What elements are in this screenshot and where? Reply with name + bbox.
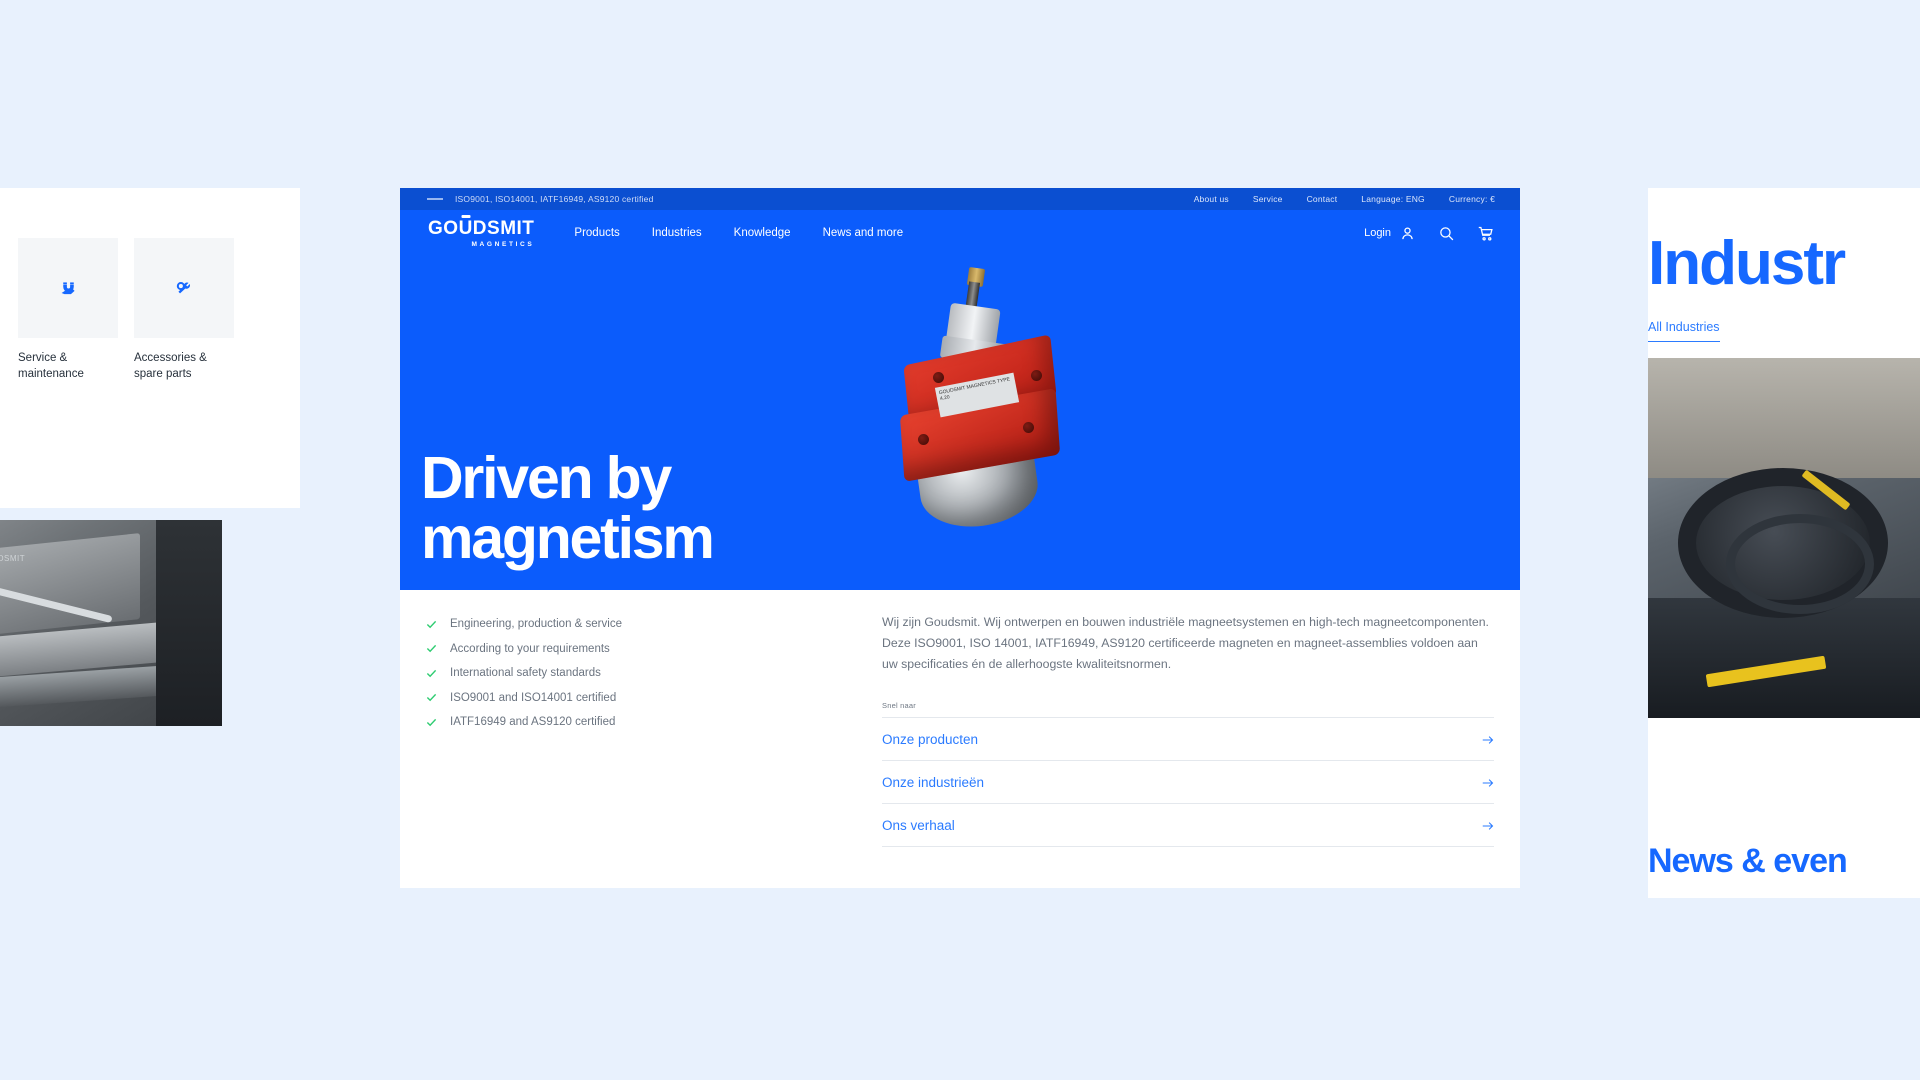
left-machine-photo: GOUDSMIT xyxy=(0,520,222,726)
nav-left-group: GO U DSMIT MAGNETICS Products Industries K… xyxy=(428,219,903,248)
tile-accessories-spare-parts[interactable]: Accessories & spare parts xyxy=(134,238,234,382)
quick-links-title: Snel naar xyxy=(882,701,916,711)
checklist-item: IATF16949 and AS9120 certified xyxy=(426,716,818,728)
logo-wordmark: GO U DSMIT xyxy=(428,219,534,238)
logo-tagline: MAGNETICS xyxy=(471,240,535,248)
check-icon xyxy=(426,669,437,677)
checklist-label: International safety standards xyxy=(450,667,601,679)
photo-brand-mark: GOUDSMIT xyxy=(0,554,26,563)
tile-service-maintenance[interactable]: Service & maintenance xyxy=(18,238,118,382)
nav-link-products[interactable]: Products xyxy=(574,227,619,239)
quick-link-onze-industrieen[interactable]: Onze industrieën xyxy=(882,760,1494,803)
logo-part-1: GO xyxy=(428,217,459,239)
check-icon xyxy=(426,718,437,726)
website-preview-card: ISO9001, ISO14001, IATF16949, AS9120 cer… xyxy=(400,188,1520,888)
wrench-icon xyxy=(176,281,190,293)
login-button[interactable]: Login xyxy=(1364,225,1416,242)
service-tiles: Service & maintenance Accessories & spar… xyxy=(0,238,234,382)
checklist-item: International safety standards xyxy=(426,667,818,679)
utility-bar: ISO9001, ISO14001, IATF16949, AS9120 cer… xyxy=(400,188,1520,210)
logo-part-u: U xyxy=(458,217,473,239)
tile-label: Service & maintenance xyxy=(18,352,84,380)
dash-icon xyxy=(427,198,443,200)
goudsmit-logo[interactable]: GO U DSMIT MAGNETICS xyxy=(428,219,534,248)
utility-link-contact[interactable]: Contact xyxy=(1307,194,1338,204)
arrow-right-icon xyxy=(1482,779,1494,787)
hero-heading-line-1: Driven by xyxy=(421,444,672,511)
nav-link-industries[interactable]: Industries xyxy=(652,227,702,239)
photo-shape xyxy=(156,520,222,726)
checklist-label: ISO9001 and ISO14001 certified xyxy=(450,691,617,704)
hero-heading: Driven by magnetism xyxy=(421,444,715,571)
industries-photo xyxy=(1648,358,1920,718)
intro-column: Wij zijn Goudsmit. Wij ontwerpen en bouw… xyxy=(882,612,1494,848)
nav-link-news-and-more[interactable]: News and more xyxy=(823,227,904,239)
intro-paragraph: Wij zijn Goudsmit. Wij ontwerpen en bouw… xyxy=(882,615,1489,672)
hero-section: GOUDSMIT MAGNETICS TYPE 4.20 Driven by m… xyxy=(400,256,1520,590)
check-icon xyxy=(426,644,437,653)
tile-icon-box xyxy=(18,238,118,338)
quick-link-onze-producten[interactable]: Onze producten xyxy=(882,717,1494,760)
photo-shape xyxy=(0,533,140,637)
tile-label: Accessories & spare parts xyxy=(134,352,207,380)
hero-heading-line-2: magnetism xyxy=(421,504,715,571)
arrow-right-icon xyxy=(1482,822,1494,830)
main-navigation-bar: GO U DSMIT MAGNETICS Products Industries K… xyxy=(400,210,1520,256)
nav-links: Products Industries Knowledge News and m… xyxy=(574,227,903,239)
quick-link-ons-verhaal[interactable]: Ons verhaal xyxy=(882,803,1494,848)
quick-link-label: Onze producten xyxy=(882,732,979,748)
utility-link-about-us[interactable]: About us xyxy=(1194,194,1229,204)
checklist-column: Engineering, production & service Accord… xyxy=(426,612,818,847)
checklist-label: According to your requirements xyxy=(450,642,610,655)
nav-right-group: Login xyxy=(1364,225,1494,242)
photo-shape xyxy=(1648,358,1920,478)
product-shape xyxy=(933,372,944,383)
search-icon[interactable] xyxy=(1438,225,1455,242)
product-shape xyxy=(1023,422,1034,433)
check-icon xyxy=(426,693,437,702)
nav-link-knowledge[interactable]: Knowledge xyxy=(734,227,791,239)
magnet-on-hand-icon xyxy=(61,281,75,294)
login-label: Login xyxy=(1364,227,1391,239)
left-background-panel: Service & maintenance Accessories & spar… xyxy=(0,188,300,508)
certification-text: ISO9001, ISO14001, IATF16949, AS9120 cer… xyxy=(455,194,654,204)
checklist-item: According to your requirements xyxy=(426,643,818,655)
cart-icon[interactable] xyxy=(1477,225,1494,242)
logo-part-3: DSMIT xyxy=(472,217,535,239)
magnet-product-image: GOUDSMIT MAGNETICS TYPE 4.20 xyxy=(855,262,1115,562)
user-icon xyxy=(1402,226,1413,239)
checklist-item: Engineering, production & service xyxy=(426,618,818,630)
utility-link-service[interactable]: Service xyxy=(1253,194,1283,204)
check-icon xyxy=(426,620,437,628)
steering-wheel-shape xyxy=(1678,468,1888,618)
utility-link-language[interactable]: Language: ENG xyxy=(1361,194,1425,204)
product-shape xyxy=(1031,370,1042,381)
utility-bar-links: About us Service Contact Language: ENG C… xyxy=(1194,194,1495,204)
checklist-label: IATF16949 and AS9120 certified xyxy=(450,716,616,728)
tile-icon-box xyxy=(134,238,234,338)
news-events-title: News & even xyxy=(1648,842,1848,880)
utility-bar-left: ISO9001, ISO14001, IATF16949, AS9120 cer… xyxy=(427,194,654,204)
utility-link-currency[interactable]: Currency: € xyxy=(1449,194,1495,204)
checklist-label: Engineering, production & service xyxy=(450,618,622,630)
quick-link-label: Ons verhaal xyxy=(882,818,955,834)
page-root: Service & maintenance Accessories & spar… xyxy=(0,0,1920,1080)
content-section: Engineering, production & service Accord… xyxy=(400,590,1520,848)
product-shape xyxy=(918,434,929,445)
all-industries-link[interactable]: All Industries xyxy=(1648,320,1720,342)
arrow-right-icon xyxy=(1482,736,1494,744)
checklist-item: ISO9001 and ISO14001 certified xyxy=(426,692,818,704)
quick-link-label: Onze industrieën xyxy=(882,775,985,791)
industries-section-title: Industr xyxy=(1648,229,1846,298)
